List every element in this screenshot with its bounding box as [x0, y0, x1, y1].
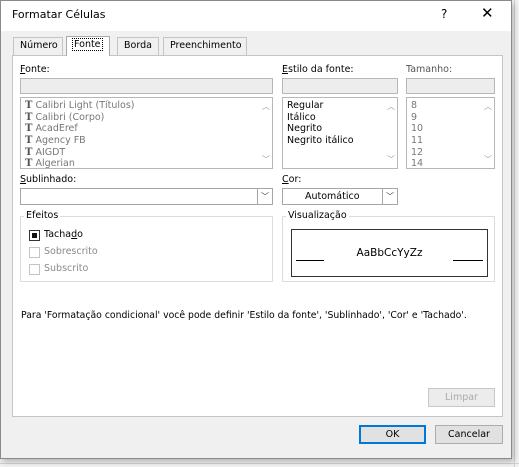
underline-label: Sublinhado: [20, 174, 77, 185]
tab-borda[interactable]: Borda [117, 37, 159, 55]
info-text: Para 'Formatação condicional' você pode … [21, 310, 467, 321]
list-item[interactable]: T AcadEref [25, 123, 258, 135]
chevron-up-icon[interactable]: ︿ [387, 101, 395, 112]
title-bar: Formatar Células ? ✕ [1, 1, 511, 31]
preview-baseline [453, 260, 483, 261]
style-list[interactable]: Regular Itálico Negrito Negrito itálico … [282, 97, 398, 169]
help-button[interactable]: ? [441, 7, 447, 21]
font-list-scrollbar[interactable]: ︿ ﹀ [259, 98, 272, 168]
size-label: Tamanho: [406, 64, 453, 75]
grid-line [0, 463, 519, 464]
list-item[interactable]: 10 [411, 123, 480, 135]
tab-fonte[interactable]: Fonte [66, 36, 110, 56]
chevron-up-icon[interactable]: ︿ [262, 101, 270, 112]
list-item[interactable]: T Agency FB [25, 135, 258, 147]
style-label: Estilo da fonte: [282, 64, 354, 75]
font-input[interactable] [20, 78, 273, 94]
chevron-down-icon[interactable]: ﹀ [484, 154, 492, 165]
cancel-button[interactable]: Cancelar [435, 425, 503, 444]
checkbox-icon[interactable] [29, 264, 40, 275]
color-value: Automático [305, 191, 360, 202]
list-item[interactable]: 8 [411, 100, 480, 112]
list-item[interactable]: Regular [287, 100, 383, 112]
list-item[interactable]: Itálico [287, 112, 383, 124]
underline-label-rest: ublinhado: [26, 174, 77, 185]
list-item[interactable]: 9 [411, 112, 480, 124]
style-input[interactable] [282, 78, 398, 94]
truetype-icon: T [25, 158, 33, 169]
format-cells-dialog: Formatar Células ? ✕ Número Fonte Borda … [0, 0, 512, 459]
chevron-down-icon[interactable]: ﹀ [262, 154, 270, 165]
truetype-icon: T [25, 111, 33, 123]
truetype-icon: T [25, 135, 33, 147]
list-item[interactable]: 12 [411, 147, 480, 159]
size-input[interactable] [406, 78, 495, 94]
color-label: Cor: [282, 174, 302, 185]
checkbox-icon[interactable] [29, 230, 40, 241]
superscript-label: Sobrescrito [44, 246, 98, 257]
truetype-icon: T [25, 100, 33, 111]
style-label-rest: stilo da fonte: [288, 64, 354, 75]
underline-select[interactable]: ﹀ [20, 188, 273, 205]
effects-title: Efeitos [24, 210, 61, 221]
list-item[interactable]: T AIGDT [25, 147, 258, 159]
checkbox-icon[interactable] [29, 247, 40, 258]
tab-preenchimento[interactable]: Preenchimento [163, 37, 247, 55]
list-item[interactable]: Negrito itálico [287, 135, 383, 147]
list-item[interactable]: Negrito [287, 123, 383, 135]
ok-button[interactable]: OK [359, 425, 426, 444]
list-item[interactable]: T Algerian [25, 158, 258, 169]
color-select[interactable]: Automático ﹀ [282, 188, 398, 205]
clear-button[interactable]: Limpar [428, 388, 495, 407]
preview-box: AaBbCcYyZz [291, 229, 488, 277]
size-list-scrollbar[interactable]: ︿ ﹀ [481, 98, 494, 168]
font-label-rest: onte: [25, 64, 50, 75]
list-item[interactable]: 14 [411, 158, 480, 168]
list-item[interactable]: 11 [411, 135, 480, 147]
tab-numero[interactable]: Número [13, 37, 63, 55]
color-label-rest: or: [288, 174, 302, 185]
preview-group: Visualização AaBbCcYyZz [282, 210, 495, 282]
truetype-icon: T [25, 146, 33, 158]
chevron-up-icon[interactable]: ︿ [484, 101, 492, 112]
preview-baseline [296, 260, 324, 261]
size-list[interactable]: 8 9 10 11 12 14 ︿ ﹀ [406, 97, 495, 169]
effects-group: Efeitos Tachado Sobrescrito Subscrito [20, 210, 273, 282]
subscript-label: Subscrito [44, 263, 89, 274]
strikethrough-label: Tachado [44, 229, 83, 240]
grid-line [514, 0, 515, 467]
font-label: Fonte: [20, 64, 50, 75]
chevron-down-icon[interactable]: ﹀ [387, 154, 395, 165]
list-item[interactable]: T Calibri (Corpo) [25, 112, 258, 124]
dialog-title: Formatar Células [12, 8, 106, 21]
close-icon[interactable]: ✕ [481, 4, 494, 22]
preview-title: Visualização [286, 210, 349, 221]
chevron-down-icon[interactable]: ﹀ [382, 189, 397, 204]
preview-sample: AaBbCcYyZz [356, 247, 423, 259]
font-tab-panel: Fonte: T Calibri Light (Títulos) T Calibri… [12, 55, 503, 417]
chevron-down-icon[interactable]: ﹀ [257, 189, 272, 204]
font-list[interactable]: T Calibri Light (Títulos) T Calibri (Corpo… [20, 97, 273, 169]
list-item[interactable]: T Calibri Light (Títulos) [25, 100, 258, 112]
style-list-scrollbar[interactable]: ︿ ﹀ [384, 98, 397, 168]
truetype-icon: T [25, 123, 33, 135]
